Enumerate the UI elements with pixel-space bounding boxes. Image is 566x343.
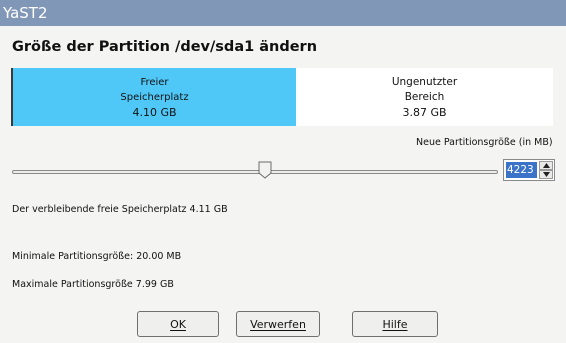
arrow-up-icon: [542, 163, 550, 168]
new-size-label: Neue Partitionsgröße (in MB): [416, 137, 553, 148]
size-slider-handle[interactable]: [258, 161, 272, 179]
remaining-free-text: Der verbleibende freie Speicherplatz 4.1…: [12, 204, 228, 215]
unused-area-label-2: Bereich: [404, 90, 445, 103]
help-button[interactable]: Hilfe: [352, 311, 438, 337]
max-size-text: Maximale Partitionsgröße 7.99 GB: [12, 279, 174, 290]
unused-area-segment: Ungenutzter Bereich 3.87 GB: [296, 68, 553, 126]
window-title: YaST2: [0, 0, 566, 26]
resize-dialog: Größe der Partition /dev/sda1 ändern Fre…: [0, 26, 566, 343]
unused-area-size: 3.87 GB: [402, 105, 447, 119]
size-slider-track[interactable]: [12, 170, 498, 174]
arrow-down-icon: [542, 172, 550, 177]
discard-button[interactable]: Verwerfen: [236, 311, 320, 337]
new-size-spinbox[interactable]: 4223: [503, 159, 555, 181]
new-size-value[interactable]: 4223: [506, 162, 537, 178]
free-space-size: 4.10 GB: [132, 105, 177, 119]
dialog-heading: Größe der Partition /dev/sda1 ändern: [12, 39, 318, 55]
unused-area-label-1: Ungenutzter: [391, 75, 458, 88]
spin-down-button[interactable]: [539, 170, 553, 179]
ok-button[interactable]: OK: [137, 311, 219, 337]
partition-bar: Freier Speicherplatz 4.10 GB Ungenutzter…: [11, 68, 553, 126]
free-space-label-2: Speicherplatz: [120, 91, 189, 103]
free-space-segment: Freier Speicherplatz 4.10 GB: [13, 68, 296, 126]
spin-up-button[interactable]: [539, 161, 553, 170]
free-space-label-1: Freier: [140, 76, 169, 88]
min-size-text: Minimale Partitionsgröße: 20.00 MB: [12, 251, 182, 262]
